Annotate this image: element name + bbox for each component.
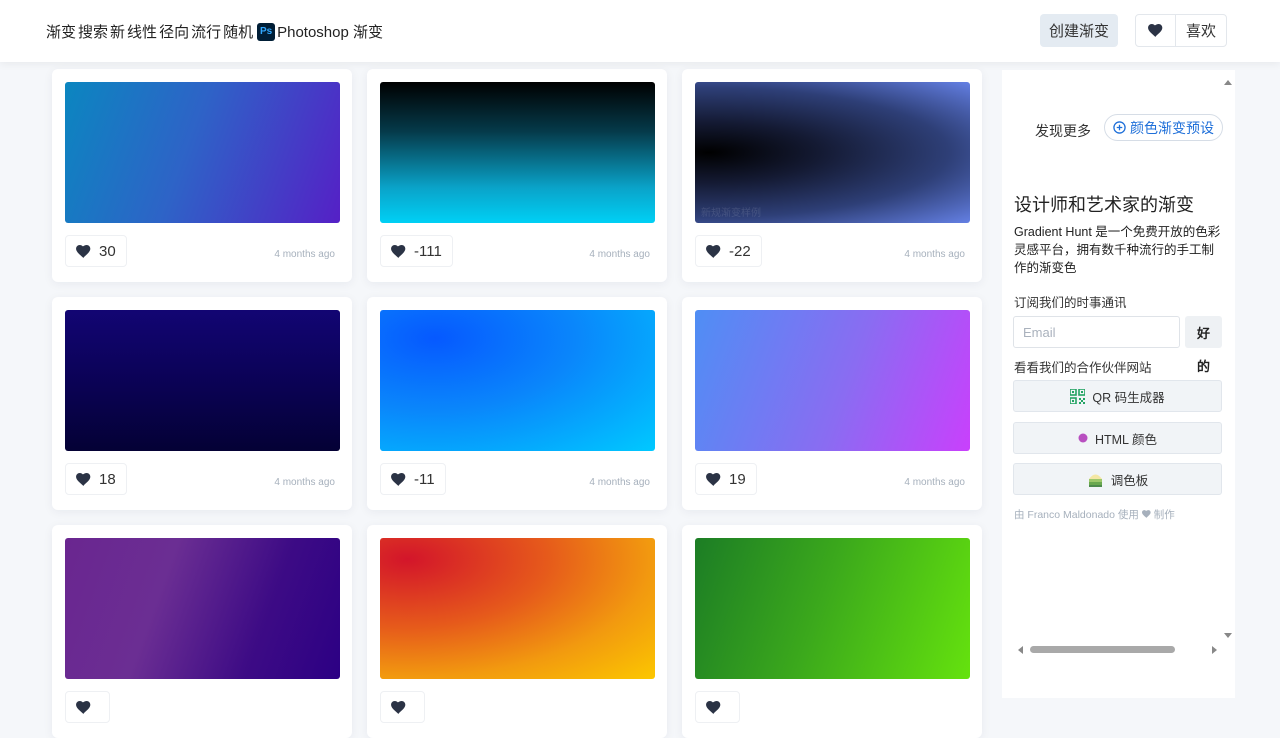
gradient-swatch[interactable]	[695, 310, 970, 451]
timestamp: 4 months ago	[589, 477, 650, 488]
timestamp: 4 months ago	[274, 249, 335, 260]
heart-icon	[1141, 509, 1151, 521]
sidebar: 发现更多 颜色渐变预设 设计师和艺术家的渐变 Gradient Hunt 是一个…	[1002, 70, 1235, 698]
gradient-swatch[interactable]	[380, 538, 655, 679]
scroll-left-arrow[interactable]	[1018, 646, 1023, 654]
partner-qr-code-generator[interactable]: QR 码生成器	[1013, 380, 1222, 412]
nav-radial[interactable]: 径向	[159, 21, 189, 42]
like-button[interactable]	[380, 691, 425, 723]
sidebar-title: 设计师和艺术家的渐变	[1014, 195, 1194, 215]
partner-label: QR 码生成器	[1092, 390, 1165, 405]
heart-icon	[706, 244, 721, 258]
like-count: 19	[729, 470, 746, 488]
heart-icon	[1136, 15, 1176, 46]
partner-label: HTML 颜色	[1094, 432, 1158, 447]
nav-gradients[interactable]: 渐变	[46, 21, 76, 42]
timestamp: 4 months ago	[904, 249, 965, 260]
credit-prefix: 由 Franco Maldonado 使用	[1014, 509, 1139, 521]
heart-icon	[391, 472, 406, 486]
nav-linear[interactable]: 线性	[127, 21, 157, 42]
heart-icon	[76, 244, 91, 258]
watermark-text: 新规渐变样例	[701, 208, 761, 219]
like-count: -111	[414, 242, 442, 260]
gradient-swatch[interactable]	[65, 538, 340, 679]
like-button[interactable]: -111	[380, 235, 453, 267]
subscribe-button[interactable]: 好	[1185, 316, 1222, 348]
like-count: -22	[729, 242, 751, 260]
gradient-swatch[interactable]	[65, 310, 340, 451]
color-presets-label: 颜色渐变预设	[1130, 119, 1214, 136]
qr-icon	[1070, 388, 1086, 404]
heart-icon	[76, 700, 91, 714]
scroll-up-arrow[interactable]	[1224, 80, 1232, 85]
gradient-card[interactable]	[367, 525, 667, 738]
gradient-card[interactable]	[682, 525, 982, 738]
partner-palette[interactable]: 调色板	[1013, 463, 1222, 495]
subscribe-button-overflow-text: 的	[1196, 359, 1210, 374]
nav-new[interactable]: 新	[110, 21, 125, 42]
like-button[interactable]: 30	[65, 235, 127, 267]
sidebar-description: Gradient Hunt 是一个免费开放的色彩灵感平台，拥有数千种流行的手工制…	[1014, 225, 1221, 275]
heart-icon	[391, 244, 406, 258]
gradient-card[interactable]: -11 4 months ago	[367, 297, 667, 510]
heart-icon	[391, 700, 406, 714]
partner-label: 调色板	[1110, 473, 1149, 488]
palette-icon	[1087, 471, 1104, 488]
gradient-swatch[interactable]: 新规渐变样例	[695, 82, 970, 223]
like-button[interactable]: -11	[380, 463, 446, 495]
scroll-right-arrow[interactable]	[1212, 646, 1217, 654]
like-button[interactable]: -22	[695, 235, 762, 267]
gradient-card[interactable]: 30 4 months ago	[52, 69, 352, 282]
heart-icon	[76, 472, 91, 486]
nav-popular[interactable]: 流行	[191, 21, 221, 42]
create-gradient-button[interactable]: 创建渐变	[1040, 14, 1118, 47]
color-dot-icon	[1078, 433, 1088, 443]
color-presets-button[interactable]: 颜色渐变预设	[1104, 114, 1223, 141]
credit-text: 由 Franco Maldonado 使用 制作	[1014, 507, 1175, 522]
like-button[interactable]	[695, 691, 740, 723]
horizontal-scrollbar-thumb[interactable]	[1030, 646, 1175, 653]
favorites-label: 喜欢	[1185, 23, 1216, 40]
gradient-swatch[interactable]	[65, 82, 340, 223]
like-count: -11	[414, 470, 435, 488]
credit-suffix: 制作	[1153, 509, 1175, 521]
plus-circle-icon	[1113, 121, 1126, 134]
gradient-card[interactable]: 18 4 months ago	[52, 297, 352, 510]
like-button[interactable]: 19	[695, 463, 757, 495]
photoshop-icon: Ps	[257, 22, 276, 41]
main-nav: 渐变 搜索 新 线性 径向 流行 随机 Ps Photoshop 渐变	[46, 21, 385, 42]
heart-icon	[706, 700, 721, 714]
like-count: 30	[99, 242, 116, 260]
top-header: 渐变 搜索 新 线性 径向 流行 随机 Ps Photoshop 渐变 创建渐变…	[0, 0, 1280, 62]
email-field[interactable]	[1013, 316, 1180, 348]
nav-photoshop[interactable]: Photoshop 渐变	[277, 21, 383, 42]
like-button[interactable]: 18	[65, 463, 127, 495]
nav-search[interactable]: 搜索	[78, 21, 108, 42]
timestamp: 4 months ago	[589, 249, 650, 260]
timestamp: 4 months ago	[904, 477, 965, 488]
gradient-card[interactable]: 新规渐变样例 -22 4 months ago	[682, 69, 982, 282]
nav-random[interactable]: 随机	[223, 21, 253, 42]
partner-html-colors[interactable]: HTML 颜色	[1013, 422, 1222, 454]
gradient-swatch[interactable]	[380, 310, 655, 451]
discover-more-label: 发现更多	[1035, 123, 1091, 139]
partners-label: 看看我们的合作伙伴网站	[1014, 361, 1152, 375]
like-button[interactable]	[65, 691, 110, 723]
favorites-button[interactable]: 喜欢	[1135, 14, 1227, 47]
gradient-swatch[interactable]	[695, 538, 970, 679]
newsletter-label: 订阅我们的时事通讯	[1014, 296, 1127, 310]
like-count: 18	[99, 470, 116, 488]
timestamp: 4 months ago	[274, 477, 335, 488]
scroll-down-arrow[interactable]	[1224, 633, 1232, 638]
gradient-card[interactable]: -111 4 months ago	[367, 69, 667, 282]
gradient-card[interactable]	[52, 525, 352, 738]
heart-icon	[706, 472, 721, 486]
gradient-swatch[interactable]	[380, 82, 655, 223]
gradient-card[interactable]: 19 4 months ago	[682, 297, 982, 510]
